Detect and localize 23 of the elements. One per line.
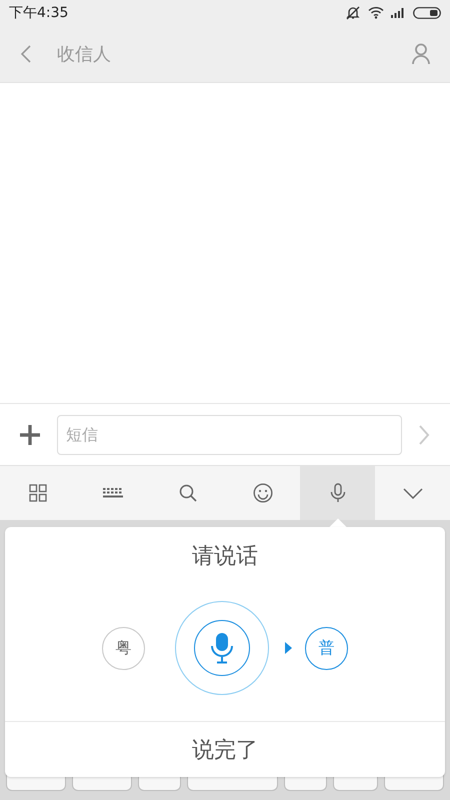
signal-icon	[391, 7, 406, 18]
battery-icon	[413, 6, 441, 18]
smiley-icon	[252, 483, 272, 503]
wifi-icon	[368, 6, 384, 19]
language-button[interactable]: 普	[305, 626, 348, 670]
message-field[interactable]: 短信	[57, 414, 402, 454]
microphone-icon	[210, 632, 234, 664]
back-icon[interactable]	[20, 44, 32, 64]
search-icon	[178, 484, 196, 502]
bell-off-icon	[345, 6, 361, 20]
language-button[interactable]: 粤	[102, 626, 145, 670]
microphone-button[interactable]	[175, 601, 269, 695]
plus-icon[interactable]	[19, 424, 41, 446]
keyboard-icon	[102, 488, 122, 498]
voice-prompt: 请说话	[192, 543, 258, 571]
done-button[interactable]: 说完了	[5, 721, 445, 777]
microphone-icon	[330, 483, 346, 503]
person-icon[interactable]	[412, 42, 430, 64]
status-time: 下午4:35	[9, 4, 68, 22]
grid-icon	[28, 484, 46, 502]
header-title: 收信人	[57, 42, 112, 66]
triangle-icon	[285, 642, 292, 654]
chevron-down-icon	[402, 488, 422, 498]
